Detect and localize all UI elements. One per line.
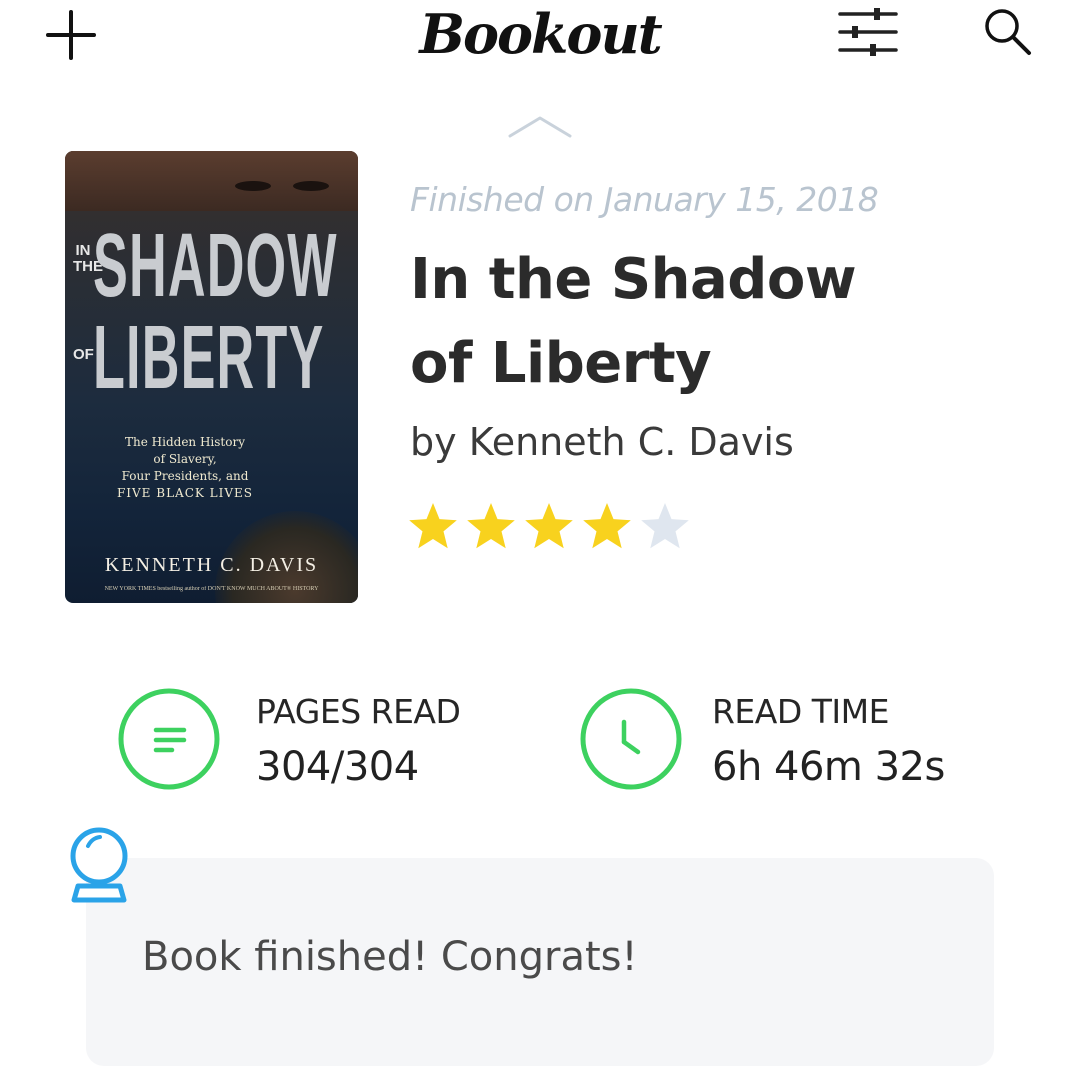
book-title-line1: In the Shadow: [410, 247, 857, 312]
book-author: by Kenneth C. Davis: [410, 420, 794, 464]
read-time-label: READ TIME: [712, 692, 889, 731]
pages-read-label: PAGES READ: [256, 692, 461, 731]
star-rating[interactable]: [406, 500, 706, 554]
sliders-icon[interactable]: [836, 4, 900, 60]
star-filled-icon[interactable]: [580, 500, 634, 554]
cover-side-text-mid: OF: [73, 346, 94, 363]
pages-read-value: 304/304: [256, 744, 419, 790]
cover-title-line1: SHADOW: [93, 216, 338, 316]
star-filled-icon[interactable]: [522, 500, 576, 554]
crystal-ball-icon: [70, 827, 128, 903]
cover-subtitle-4: FIVE BLACK LIVES: [116, 486, 254, 500]
clock-icon: [580, 688, 682, 790]
cover-subtitle: The Hidden History of Slavery, Four Pres…: [95, 434, 275, 502]
search-icon[interactable]: [976, 4, 1040, 60]
app-title: Bookout: [419, 2, 662, 66]
star-filled-icon[interactable]: [464, 500, 518, 554]
book-title: In the Shadow of Liberty: [410, 238, 970, 406]
cover-subtitle-1: The Hidden History: [125, 435, 245, 449]
cover-title-line2: LIBERTY: [93, 308, 325, 408]
message-text: Book finished! Congrats!: [142, 934, 638, 980]
plus-icon[interactable]: [44, 8, 98, 62]
book-cover: IN THE OF SHADOW LIBERTY The Hidden Hist…: [65, 151, 358, 603]
cover-subtitle-2: of Slavery,: [153, 452, 217, 466]
read-time-value: 6h 46m 32s: [712, 744, 945, 790]
top-bar: Bookout: [0, 0, 1080, 80]
message-card: Book finished! Congrats!: [86, 858, 994, 1066]
cover-author: KENNETH C. DAVIS: [104, 554, 319, 576]
cover-tagline: NEW YORK TIMES bestselling author of DON…: [104, 586, 319, 592]
chevron-up-icon[interactable]: [506, 110, 574, 142]
document-lines-icon: [118, 688, 220, 790]
finished-date: Finished on January 15, 2018: [410, 180, 879, 219]
cover-eye: [235, 181, 271, 191]
book-title-line2: of Liberty: [410, 331, 712, 396]
star-filled-icon[interactable]: [406, 500, 460, 554]
cover-side-text-top: IN THE: [73, 242, 103, 275]
star-empty-icon[interactable]: [638, 500, 692, 554]
cover-eye: [293, 181, 329, 191]
cover-subtitle-3: Four Presidents, and: [121, 469, 249, 483]
